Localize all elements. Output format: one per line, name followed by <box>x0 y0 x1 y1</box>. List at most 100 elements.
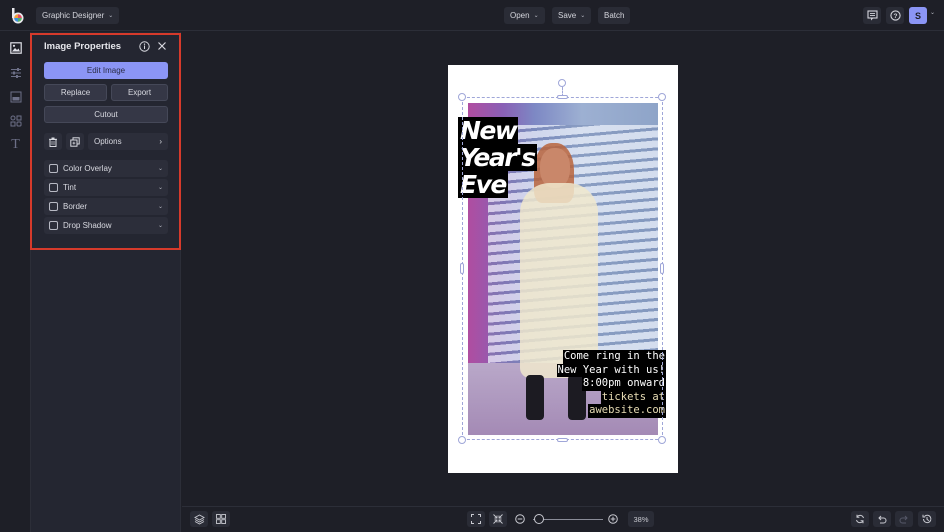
export-button[interactable]: Export <box>111 84 168 101</box>
cutout-button[interactable]: Cutout <box>44 106 168 123</box>
avatar-initial: S <box>914 10 921 21</box>
batch-label: Batch <box>604 11 625 20</box>
layout-tool[interactable] <box>9 90 22 103</box>
elements-tool[interactable] <box>9 114 22 127</box>
fit-to-screen-button[interactable] <box>467 511 485 527</box>
chevron-down-icon: ⌄ <box>108 13 114 19</box>
effect-row-drop-shadow[interactable]: Drop Shadow ⌄ <box>44 217 168 234</box>
effect-label: Border <box>63 202 88 211</box>
redo-icon <box>899 515 908 524</box>
delete-button[interactable] <box>44 133 62 150</box>
adjust-tool[interactable] <box>9 66 22 79</box>
top-bar: Graphic Designer ⌄ Open ⌄ Save ⌄ Batch ?… <box>0 0 944 31</box>
mode-label: Graphic Designer <box>42 11 105 20</box>
resize-handle-bottom-right[interactable] <box>658 436 666 444</box>
tint-checkbox[interactable] <box>49 183 58 192</box>
zoom-slider-handle[interactable] <box>534 514 544 524</box>
help-button[interactable]: ? <box>886 7 904 24</box>
zoom-in-button[interactable] <box>608 514 618 524</box>
cutout-label: Cutout <box>94 110 118 119</box>
svg-text:?: ? <box>893 13 897 20</box>
effect-label: Tint <box>63 183 77 192</box>
image-icon <box>9 41 22 54</box>
duplicate-icon <box>70 136 80 147</box>
border-checkbox[interactable] <box>49 202 58 211</box>
chevron-down-icon: ⌄ <box>533 13 539 19</box>
comment-button[interactable] <box>863 7 881 24</box>
text-icon: T <box>11 136 20 152</box>
trash-icon <box>49 137 57 147</box>
info-icon <box>139 41 150 52</box>
resize-handle-top-right[interactable] <box>658 93 666 101</box>
befunky-logo[interactable] <box>8 6 28 26</box>
effect-row-tint[interactable]: Tint ⌄ <box>44 179 168 196</box>
rotate-handle[interactable] <box>558 79 566 87</box>
comment-icon <box>866 10 878 21</box>
options-button[interactable]: Options › <box>88 133 168 150</box>
layers-button[interactable] <box>190 511 208 527</box>
resize-handle-bottom-left[interactable] <box>458 436 466 444</box>
edit-image-button[interactable]: Edit Image <box>44 62 168 79</box>
effect-row-color-overlay[interactable]: Color Overlay ⌄ <box>44 160 168 177</box>
chevron-right-icon: › <box>159 137 162 146</box>
account-chevron-down-icon[interactable]: ⌄ <box>930 9 935 16</box>
undo-icon <box>878 515 887 524</box>
effect-row-border[interactable]: Border ⌄ <box>44 198 168 215</box>
resize-handle-right[interactable] <box>660 263 664 274</box>
effect-label: Drop Shadow <box>63 221 112 230</box>
effect-label: Color Overlay <box>63 164 112 173</box>
image-properties-panel: Image Properties Edit Image Replace Expo… <box>31 32 181 532</box>
info-button[interactable] <box>139 41 150 52</box>
batch-button[interactable]: Batch <box>598 7 631 24</box>
zoom-out-icon <box>515 514 525 524</box>
tool-rail: T <box>0 32 31 532</box>
selection-box <box>462 97 663 440</box>
close-panel-button[interactable] <box>157 41 167 51</box>
help-icon: ? <box>889 10 901 21</box>
redo-button[interactable] <box>895 511 913 527</box>
resize-handle-top-left[interactable] <box>458 93 466 101</box>
layers-icon <box>193 513 205 525</box>
replace-label: Replace <box>60 88 91 97</box>
history-icon <box>922 514 932 524</box>
resize-handle-top[interactable] <box>557 95 568 99</box>
collapse-arrows-icon <box>493 514 503 524</box>
panel-title: Image Properties <box>44 41 122 52</box>
refresh-icon <box>856 514 864 524</box>
replace-button[interactable]: Replace <box>44 84 107 101</box>
save-label: Save <box>558 11 577 20</box>
image-tool[interactable] <box>9 41 22 54</box>
chevron-down-icon: ⌄ <box>157 223 163 229</box>
text-tool[interactable]: T <box>9 136 22 152</box>
zoom-out-button[interactable] <box>515 514 525 524</box>
actual-size-button[interactable] <box>489 511 507 527</box>
edit-image-label: Edit Image <box>86 66 126 75</box>
drop-shadow-checkbox[interactable] <box>49 221 58 230</box>
history-button[interactable] <box>918 511 936 527</box>
resize-handle-bottom[interactable] <box>557 438 568 442</box>
chevron-down-icon: ⌄ <box>157 185 163 191</box>
grid-icon <box>216 514 226 524</box>
open-button[interactable]: Open ⌄ <box>504 7 545 24</box>
grid-button[interactable] <box>212 511 230 527</box>
fullscreen-icon <box>471 514 481 524</box>
open-label: Open <box>510 11 530 20</box>
zoom-percent-field[interactable]: 38% <box>628 511 654 527</box>
refresh-button[interactable] <box>851 511 869 527</box>
chevron-down-icon: ⌄ <box>157 204 163 210</box>
resize-handle-left[interactable] <box>460 263 464 274</box>
options-label: Options <box>94 137 122 146</box>
layout-icon <box>10 91 21 102</box>
save-button[interactable]: Save ⌄ <box>552 7 592 24</box>
color-overlay-checkbox[interactable] <box>49 164 58 173</box>
duplicate-button[interactable] <box>66 133 84 150</box>
user-avatar[interactable]: S <box>909 7 927 24</box>
close-icon <box>158 42 166 50</box>
elements-icon <box>10 115 21 126</box>
undo-button[interactable] <box>873 511 891 527</box>
export-label: Export <box>127 88 152 97</box>
zoom-in-icon <box>608 514 618 524</box>
zoom-percent: 38% <box>633 514 649 524</box>
chevron-down-icon: ⌄ <box>580 13 586 19</box>
mode-dropdown[interactable]: Graphic Designer ⌄ <box>36 7 120 24</box>
